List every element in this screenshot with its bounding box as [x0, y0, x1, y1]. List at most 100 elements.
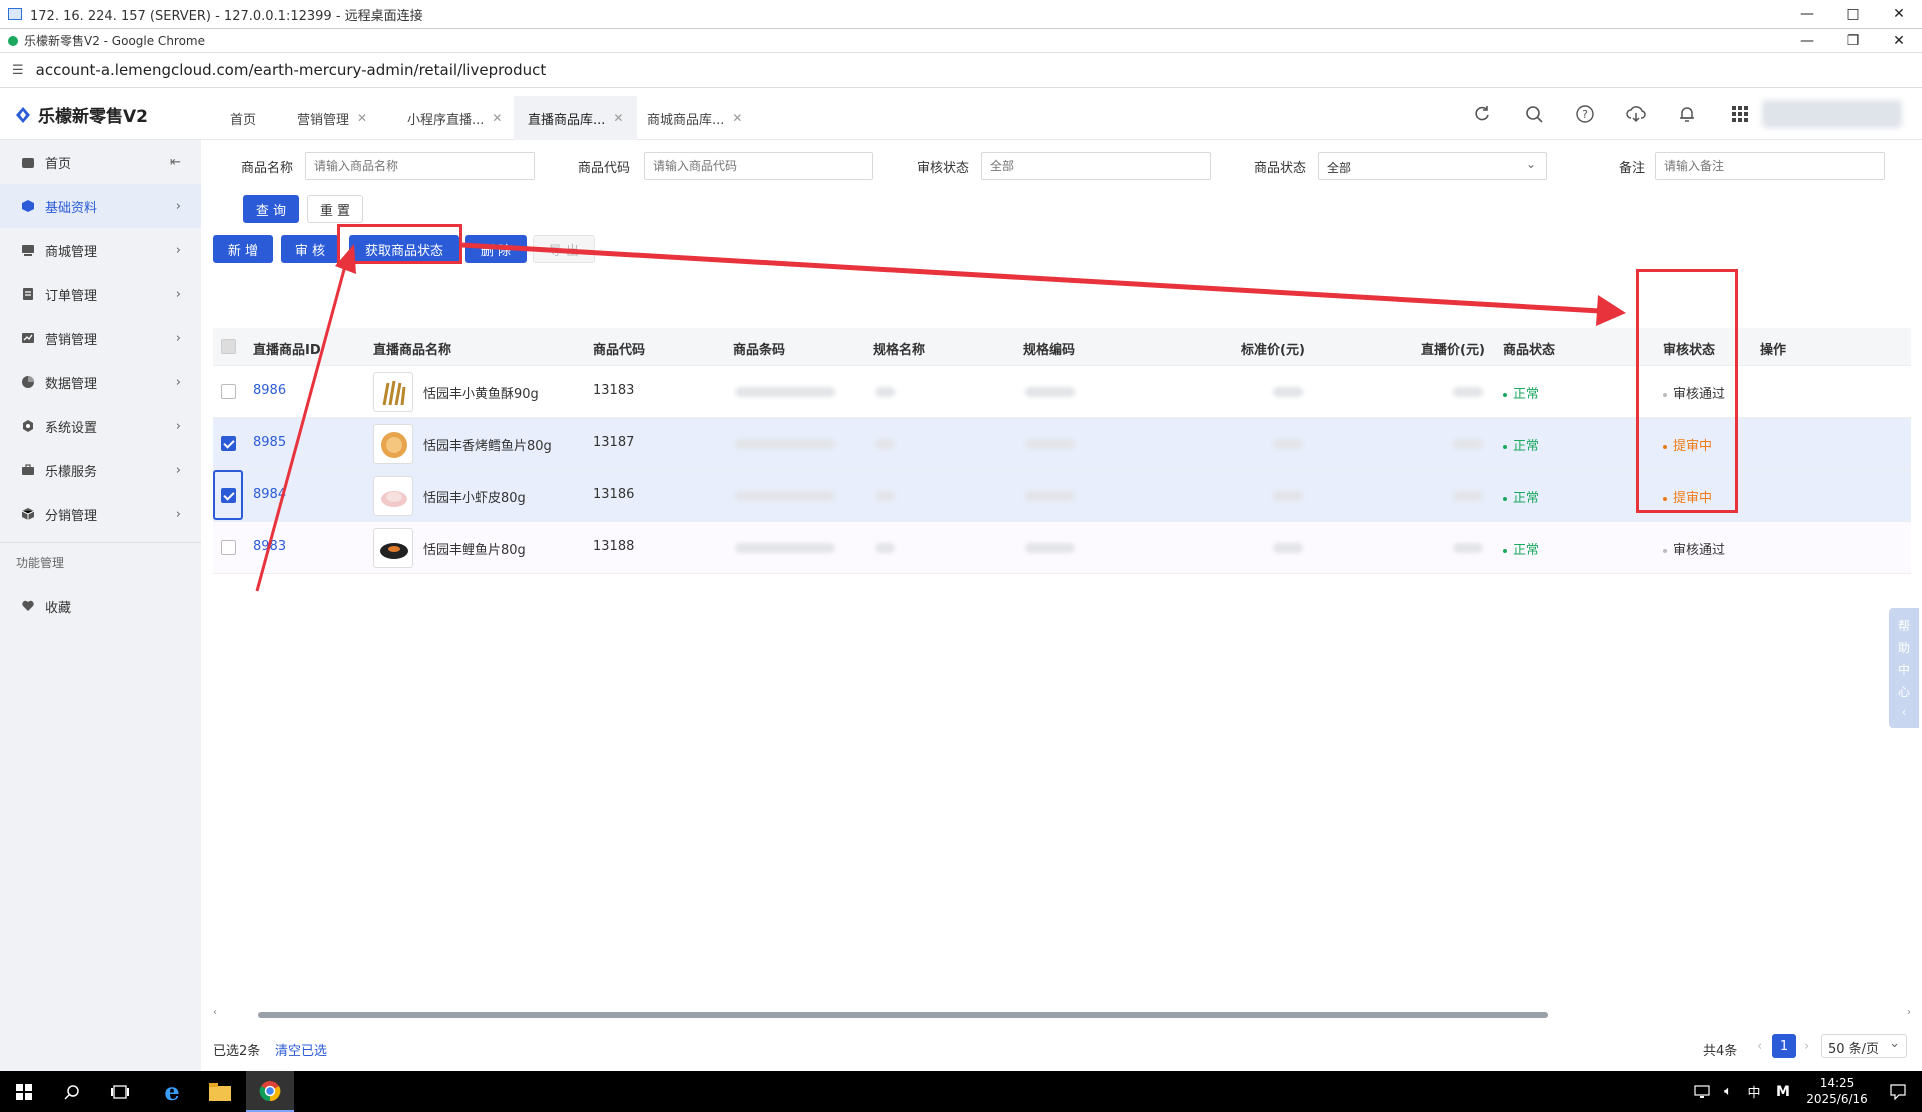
- add-button[interactable]: 新 增: [213, 235, 273, 263]
- taskbar-clock[interactable]: 14:25 2025/6/16: [1802, 1075, 1872, 1107]
- scroll-left-icon[interactable]: ‹: [213, 1007, 217, 1018]
- column-header[interactable]: 规格编码: [1023, 339, 1075, 358]
- table-row[interactable]: 8983 恬园丰鲤鱼片80g 13188 正常 审核通过: [213, 522, 1911, 574]
- tab-close-icon[interactable]: ✕: [492, 111, 502, 125]
- row-checkbox[interactable]: [221, 488, 236, 503]
- address-bar[interactable]: ☰ account-a.lemengcloud.com/earth-mercur…: [0, 53, 1922, 88]
- collapse-sidebar-icon[interactable]: ⇤: [170, 155, 181, 170]
- page-size-select[interactable]: 50 条/页 ⌄: [1821, 1034, 1907, 1058]
- tab-close-icon[interactable]: ✕: [613, 111, 623, 125]
- tab-mall-product-library[interactable]: 商城商品库... ✕: [633, 96, 756, 140]
- task-view-icon[interactable]: [96, 1071, 144, 1112]
- column-header[interactable]: 商品条码: [733, 339, 785, 358]
- column-header[interactable]: 规格名称: [873, 339, 925, 358]
- reset-button[interactable]: 重 置: [307, 195, 363, 223]
- remark-input[interactable]: [1655, 152, 1885, 180]
- tab-marketing[interactable]: 营销管理 ✕: [283, 96, 381, 140]
- prev-page-icon[interactable]: ‹: [1757, 1039, 1762, 1054]
- top-bar: 乐檬新零售V2 首页 营销管理 ✕ 小程序直播... ✕ 直播商品库... ✕ 商城商…: [0, 88, 1922, 140]
- table-row[interactable]: 8984 恬园丰小虾皮80g 13186 正常 提审中: [213, 470, 1911, 522]
- internet-explorer-icon[interactable]: e: [148, 1071, 196, 1112]
- product-status-select[interactable]: 全部 ⌄: [1318, 152, 1547, 180]
- sidebar-item-orders[interactable]: 订单管理 ›: [0, 272, 201, 316]
- audit-status-select[interactable]: [981, 152, 1211, 180]
- app-logo[interactable]: 乐檬新零售V2: [14, 102, 148, 127]
- table-row[interactable]: 8985 恬园丰香烤鳕鱼片80g 13187 正常 提审中: [213, 418, 1911, 470]
- chrome-taskbar-icon[interactable]: [246, 1071, 294, 1112]
- maximize-icon[interactable]: □: [1830, 0, 1876, 28]
- live-product-id-link[interactable]: 8984: [253, 487, 286, 502]
- live-product-id-link[interactable]: 8985: [253, 435, 286, 450]
- tab-close-icon[interactable]: ✕: [357, 111, 367, 125]
- apps-grid-icon[interactable]: [1728, 102, 1752, 126]
- column-header[interactable]: 商品代码: [593, 339, 645, 358]
- tab-home[interactable]: 首页: [216, 96, 270, 140]
- query-button[interactable]: 查 询: [243, 195, 299, 223]
- help-center-tab[interactable]: 帮 助 中 心 ‹: [1889, 608, 1919, 728]
- live-product-id-link[interactable]: 8986: [253, 383, 286, 398]
- export-button[interactable]: 导 出: [533, 235, 595, 263]
- product-status: 正常: [1503, 383, 1539, 402]
- refresh-icon[interactable]: [1470, 102, 1494, 126]
- fetch-product-status-button[interactable]: 获取商品状态: [349, 235, 459, 263]
- horizontal-scrollbar[interactable]: ‹ ›: [213, 1007, 1911, 1020]
- site-settings-icon[interactable]: ☰: [12, 63, 24, 78]
- row-checkbox[interactable]: [221, 436, 236, 451]
- chevron-right-icon: ›: [175, 418, 181, 434]
- cloud-download-icon[interactable]: [1624, 102, 1648, 126]
- column-header[interactable]: 操作: [1760, 339, 1786, 358]
- sidebar-section-title: 功能管理: [16, 556, 65, 570]
- audit-button[interactable]: 审 核: [281, 235, 339, 263]
- minimize-icon[interactable]: —: [1784, 0, 1830, 28]
- column-header[interactable]: 直播商品ID: [253, 339, 321, 358]
- sidebar-item-basic-data[interactable]: 基础资料 ›: [0, 184, 201, 228]
- row-checkbox[interactable]: [221, 384, 236, 399]
- column-header[interactable]: 审核状态: [1663, 339, 1715, 358]
- close-icon[interactable]: ✕: [1876, 0, 1922, 28]
- action-center-icon[interactable]: [1874, 1071, 1922, 1112]
- sidebar-item-settings[interactable]: 系统设置 ›: [0, 404, 201, 448]
- sidebar-item-mall[interactable]: 商城管理 ›: [0, 228, 201, 272]
- column-header[interactable]: 商品状态: [1503, 339, 1555, 358]
- sidebar-item-home[interactable]: 首页 ⇤: [0, 140, 201, 184]
- chrome-restore-icon[interactable]: ❐: [1830, 29, 1876, 52]
- column-header[interactable]: 标准价(元): [1241, 339, 1305, 358]
- sidebar-item-data[interactable]: 数据管理 ›: [0, 360, 201, 404]
- chrome-minimize-icon[interactable]: —: [1784, 29, 1830, 52]
- product-name-input[interactable]: [305, 152, 535, 180]
- search-icon[interactable]: [1522, 102, 1546, 126]
- table-row[interactable]: 8986 恬园丰小黄鱼酥90g 13183 正常 审核通过: [213, 366, 1911, 418]
- sidebar-item-favorites[interactable]: 收藏: [0, 584, 201, 628]
- user-profile[interactable]: [1762, 100, 1902, 128]
- rdp-title-bar: 172. 16. 224. 157 (SERVER) - 127.0.0.1:1…: [0, 0, 1922, 29]
- taskbar-search-icon[interactable]: [48, 1071, 96, 1112]
- help-icon[interactable]: ?: [1573, 102, 1597, 126]
- live-product-id-link[interactable]: 8983: [253, 539, 286, 554]
- product-code-input[interactable]: [644, 152, 873, 180]
- scrollbar-thumb[interactable]: [258, 1012, 1548, 1018]
- page-1-button[interactable]: 1: [1772, 1034, 1796, 1058]
- clear-selection-link[interactable]: 清空已选: [275, 1040, 327, 1059]
- delete-button[interactable]: 删 除: [465, 235, 527, 263]
- file-explorer-icon[interactable]: [196, 1071, 244, 1112]
- volume-icon[interactable]: 🔈︎: [1714, 1071, 1742, 1112]
- tab-close-icon[interactable]: ✕: [732, 111, 742, 125]
- tab-live-product-library[interactable]: 直播商品库... ✕: [514, 96, 638, 140]
- notification-bell-icon[interactable]: [1675, 102, 1699, 126]
- select-all-checkbox[interactable]: [221, 339, 236, 354]
- sidebar-item-lemeng-service[interactable]: 乐檬服务 ›: [0, 448, 201, 492]
- url-text[interactable]: account-a.lemengcloud.com/earth-mercury-…: [36, 61, 547, 79]
- scroll-right-icon[interactable]: ›: [1907, 1007, 1911, 1018]
- sidebar-item-marketing[interactable]: 营销管理 ›: [0, 316, 201, 360]
- tab-miniprogram-live[interactable]: 小程序直播... ✕: [393, 96, 516, 140]
- row-checkbox[interactable]: [221, 540, 236, 555]
- column-header[interactable]: 直播价(元): [1421, 339, 1485, 358]
- column-header[interactable]: 直播商品名称: [373, 339, 451, 358]
- windows-start-icon[interactable]: [0, 1071, 48, 1112]
- ime-indicator[interactable]: 中: [1740, 1071, 1768, 1112]
- chrome-close-icon[interactable]: ✕: [1876, 29, 1922, 52]
- ime-mode-indicator[interactable]: M: [1768, 1071, 1798, 1112]
- sidebar-item-distribution[interactable]: 分销管理 ›: [0, 492, 201, 536]
- next-page-icon[interactable]: ›: [1804, 1039, 1809, 1054]
- network-icon[interactable]: [1688, 1071, 1716, 1112]
